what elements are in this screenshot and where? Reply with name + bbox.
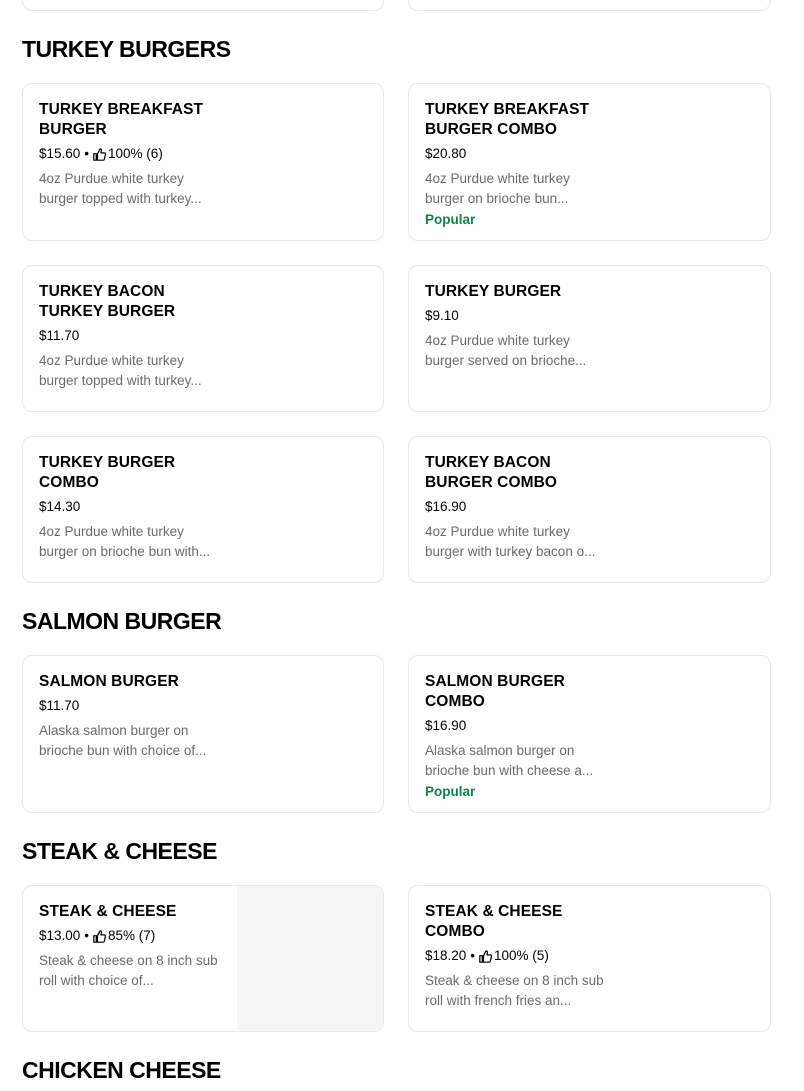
thumbs-up-icon xyxy=(93,929,107,943)
item-description: 4oz Purdue white turkey burger on brioch… xyxy=(39,524,211,559)
menu-item-card[interactable]: SALMON BURGER $11.70 Alaska salmon burge… xyxy=(22,655,384,813)
item-meta: $13.00 • 85% (7) xyxy=(39,927,229,945)
item-meta: $20.80 xyxy=(425,145,615,163)
item-price: $20.80 xyxy=(425,146,467,161)
item-meta: $15.60 • 100% (6) xyxy=(39,145,229,163)
item-rating: 85% (7) xyxy=(108,928,156,943)
item-meta: $11.70 xyxy=(39,697,229,715)
item-description: 4oz Purdue white turkey burger served on… xyxy=(425,333,587,368)
item-description: 4oz Purdue white turkey burger topped wi… xyxy=(39,353,202,388)
item-price: $11.70 xyxy=(39,698,80,713)
menu-item-card[interactable]: TURKEY BURGER COMBO $14.30 4oz Purdue wh… xyxy=(22,436,384,583)
menu-item-card[interactable]: TURKEY BREAKFAST BURGER $15.60 • 100% (6… xyxy=(22,83,384,241)
menu-item-card[interactable]: TURKEY BACON TURKEY BURGER $11.70 4oz Pu… xyxy=(22,265,384,412)
menu-item-card[interactable]: TURKEY BURGER $9.10 4oz Purdue white tur… xyxy=(408,265,771,412)
item-description: 4oz Purdue white turkey burger on brioch… xyxy=(425,171,570,206)
menu-item-card[interactable]: STEAK & CHEESE COMBO $18.20 • 100% (5) S… xyxy=(408,885,771,1032)
item-name: SALMON BURGER xyxy=(39,673,179,690)
item-price: $14.30 xyxy=(39,499,81,514)
item-name: TURKEY BREAKFAST BURGER COMBO xyxy=(425,101,590,138)
section-title-salmon-burger: SALMON BURGER xyxy=(22,608,222,634)
thumbs-up-icon xyxy=(479,949,493,963)
item-meta: $11.70 xyxy=(39,327,229,345)
popular-badge: Popular xyxy=(425,784,476,799)
item-name: STEAK & CHEESE COMBO xyxy=(425,903,563,940)
menu-item-card[interactable]: TURKEY BREAKFAST BURGER COMBO $20.80 4oz… xyxy=(408,83,771,241)
item-meta: $16.90 xyxy=(425,498,615,516)
menu-item-card-partial[interactable] xyxy=(22,0,384,11)
item-price: $9.10 xyxy=(425,308,459,323)
menu-item-card[interactable]: SALMON BURGER COMBO $16.90 Alaska salmon… xyxy=(408,655,771,813)
section-title-turkey-burgers: TURKEY BURGERS xyxy=(22,36,231,62)
item-name: STEAK & CHEESE xyxy=(39,903,177,920)
item-name: TURKEY BREAKFAST BURGER xyxy=(39,101,204,138)
item-description: Alaska salmon burger on brioche bun with… xyxy=(39,723,207,758)
item-name: TURKEY BACON BURGER COMBO xyxy=(425,454,558,491)
item-description: 4oz Purdue white turkey burger topped wi… xyxy=(39,171,202,206)
section-title-chicken-cheese: CHICKEN CHEESE xyxy=(22,1057,221,1083)
separator: • xyxy=(84,928,90,943)
item-description: 4oz Purdue white turkey burger with turk… xyxy=(425,524,596,559)
item-meta: $18.20 • 100% (5) xyxy=(425,947,615,965)
item-meta: $16.90 xyxy=(425,717,615,735)
item-name: TURKEY BURGER COMBO xyxy=(39,454,176,491)
separator: • xyxy=(84,146,90,161)
item-price: $13.00 xyxy=(39,928,81,943)
menu-item-card[interactable]: TURKEY BACON BURGER COMBO $16.90 4oz Pur… xyxy=(408,436,771,583)
popular-badge: Popular xyxy=(425,212,476,227)
item-description: Alaska salmon burger on brioche bun with… xyxy=(425,743,594,778)
item-rating: 100% (6) xyxy=(108,146,163,161)
item-description: Steak & cheese on 8 inch sub roll with c… xyxy=(39,953,218,988)
item-price: $18.20 xyxy=(425,948,467,963)
item-rating: 100% (5) xyxy=(494,948,549,963)
section-title-steak-cheese: STEAK & CHEESE xyxy=(22,838,217,864)
item-name: TURKEY BACON TURKEY BURGER xyxy=(39,283,176,320)
item-description: Steak & cheese on 8 inch sub roll with f… xyxy=(425,973,604,1008)
item-meta: $9.10 xyxy=(425,307,615,325)
item-price: $16.90 xyxy=(425,718,467,733)
item-name: SALMON BURGER COMBO xyxy=(425,673,565,710)
thumbs-up-icon xyxy=(93,147,107,161)
item-name: TURKEY BURGER xyxy=(425,283,562,300)
separator: • xyxy=(470,948,476,963)
menu-item-card[interactable]: STEAK & CHEESE $13.00 • 85% (7) Steak & … xyxy=(22,885,384,1032)
item-meta: $14.30 xyxy=(39,498,229,516)
menu-item-card-partial[interactable] xyxy=(408,0,771,11)
item-price: $11.70 xyxy=(39,328,80,343)
item-image-placeholder xyxy=(237,886,383,1031)
item-price: $15.60 xyxy=(39,146,81,161)
item-price: $16.90 xyxy=(425,499,467,514)
